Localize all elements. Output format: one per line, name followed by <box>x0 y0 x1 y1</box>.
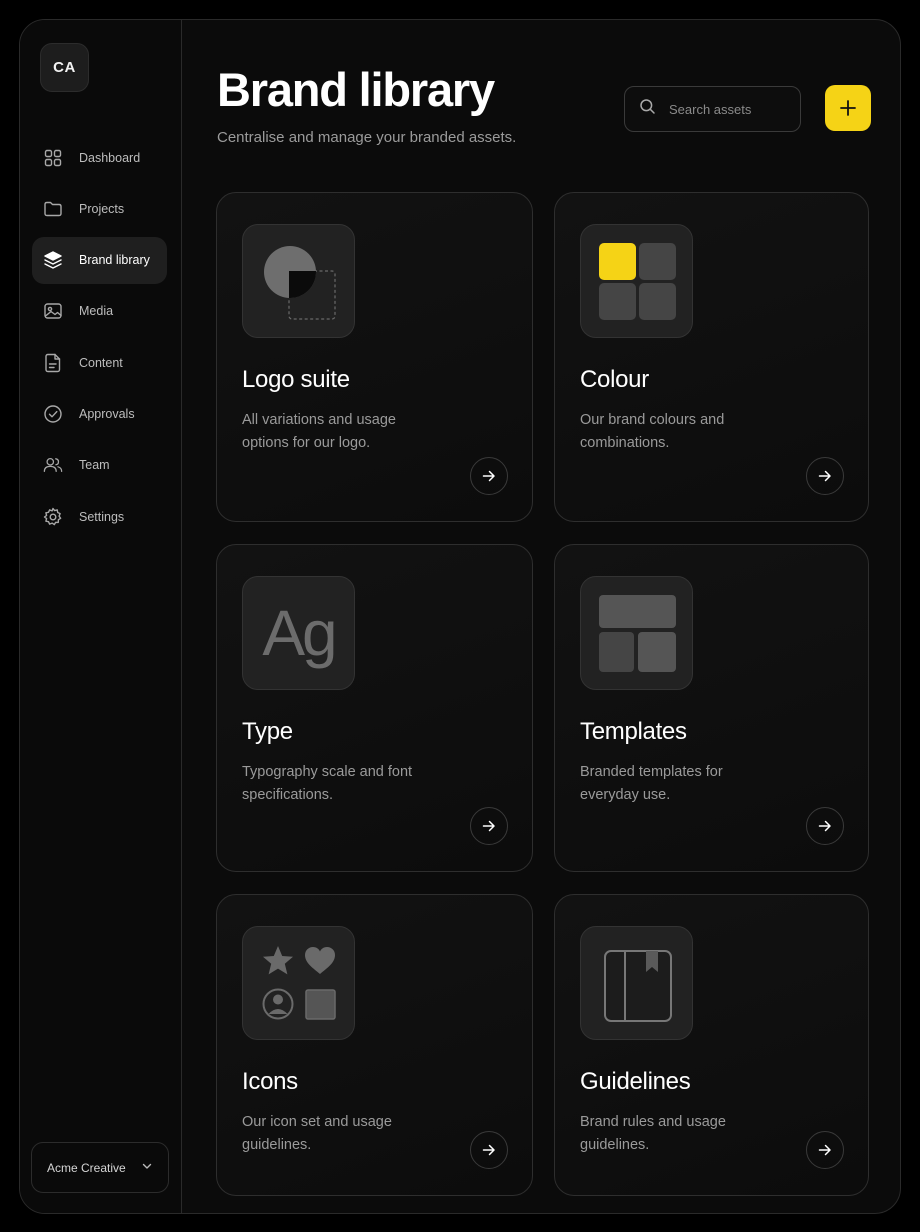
card-guidelines[interactable]: Guidelines Brand rules and usage guideli… <box>554 894 869 1196</box>
arrow-right-icon <box>818 470 831 482</box>
sidebar-item-label: Projects <box>79 201 125 216</box>
arrow-right-icon <box>818 1144 831 1156</box>
add-asset-button[interactable] <box>825 85 871 131</box>
sidebar-item-content[interactable]: Content <box>32 339 167 386</box>
card-title: Colour <box>580 366 649 393</box>
logo-icon <box>242 224 355 338</box>
users-icon <box>43 455 63 475</box>
card-title: Guidelines <box>580 1068 691 1095</box>
arrow-right-icon <box>818 820 831 832</box>
card-description: Typography scale and font specifications… <box>242 764 413 803</box>
sidebar-item-label: Settings <box>79 509 125 524</box>
workspace-switcher[interactable]: Acme Creative <box>31 1142 169 1193</box>
card-type[interactable]: Ag Type Typography scale and font specif… <box>216 544 533 872</box>
sidebar-item-dashboard[interactable]: Dashboard <box>32 134 167 181</box>
card-description: Brand rules and usage guidelines. <box>580 1114 726 1153</box>
sidebar-item-approvals[interactable]: Approvals <box>32 390 167 437</box>
open-colour-button[interactable] <box>806 457 844 495</box>
sidebar-item-media[interactable]: Media <box>32 288 167 335</box>
sidebar-item-label: Brand library <box>79 253 150 268</box>
image-icon <box>43 301 63 321</box>
icon-set-icon <box>242 926 355 1040</box>
arrow-right-icon <box>482 470 495 482</box>
gear-icon <box>43 507 63 527</box>
grid-icon <box>43 148 63 168</box>
page-subtitle: Centralise and manage your branded asset… <box>217 129 517 146</box>
open-icons-button[interactable] <box>470 1131 508 1169</box>
card-title: Icons <box>242 1068 298 1095</box>
open-type-button[interactable] <box>470 807 508 845</box>
type-icon: Ag <box>242 576 355 690</box>
search-icon <box>639 98 656 120</box>
sidebar-item-label: Dashboard <box>79 150 141 165</box>
template-layout-icon <box>580 576 693 690</box>
card-templates[interactable]: Templates Branded templates for everyday… <box>554 544 869 872</box>
heart-icon <box>304 947 335 974</box>
sidebar: CA Dashboard Projects Brand library Medi… <box>20 20 182 1213</box>
book-icon <box>580 926 693 1040</box>
type-glyph: Ag <box>262 597 337 669</box>
open-guidelines-button[interactable] <box>806 1131 844 1169</box>
sidebar-item-projects[interactable]: Projects <box>32 185 167 232</box>
card-icons[interactable]: Icons Our icon set and usage guidelines. <box>216 894 533 1196</box>
folder-icon <box>43 199 63 219</box>
workspace-name: Acme Creative <box>47 1160 126 1175</box>
search-input[interactable] <box>669 101 789 117</box>
sidebar-item-label: Team <box>79 458 110 473</box>
sidebar-item-label: Media <box>79 304 114 319</box>
arrow-right-icon <box>482 1144 495 1156</box>
arrow-right-icon <box>482 820 495 832</box>
search-box[interactable] <box>624 86 801 132</box>
card-colour[interactable]: Colour Our brand colours and combination… <box>554 192 869 522</box>
sidebar-nav: Dashboard Projects Brand library Media C… <box>32 134 167 544</box>
plus-icon <box>840 100 856 116</box>
star-icon <box>262 946 293 975</box>
card-description: Our icon set and usage guidelines. <box>242 1114 392 1153</box>
sidebar-item-label: Approvals <box>79 406 135 421</box>
sidebar-item-brand-library[interactable]: Brand library <box>32 236 167 284</box>
card-logo-suite[interactable]: Logo suite All variations and usage opti… <box>216 192 533 522</box>
card-title: Templates <box>580 718 687 745</box>
app-window: CA Dashboard Projects Brand library Medi… <box>19 19 901 1214</box>
page-title: Brand library <box>217 63 495 116</box>
card-title: Logo suite <box>242 366 350 393</box>
open-templates-button[interactable] <box>806 807 844 845</box>
document-icon <box>43 353 63 373</box>
card-description: Branded templates for everyday use. <box>580 764 723 803</box>
card-description: All variations and usage options for our… <box>242 412 396 451</box>
layers-icon <box>43 250 63 270</box>
sidebar-item-label: Content <box>79 355 123 370</box>
avatar[interactable]: CA <box>40 43 89 92</box>
check-circle-icon <box>43 404 63 424</box>
open-logo-suite-button[interactable] <box>470 457 508 495</box>
card-description: Our brand colours and combinations. <box>580 412 725 451</box>
chevron-down-icon <box>141 1159 153 1177</box>
main-content: Brand library Centralise and manage your… <box>183 20 900 1213</box>
colour-swatch-icon <box>580 224 693 338</box>
card-title: Type <box>242 718 293 745</box>
sidebar-item-settings[interactable]: Settings <box>32 493 167 540</box>
sidebar-item-team[interactable]: Team <box>32 442 167 489</box>
